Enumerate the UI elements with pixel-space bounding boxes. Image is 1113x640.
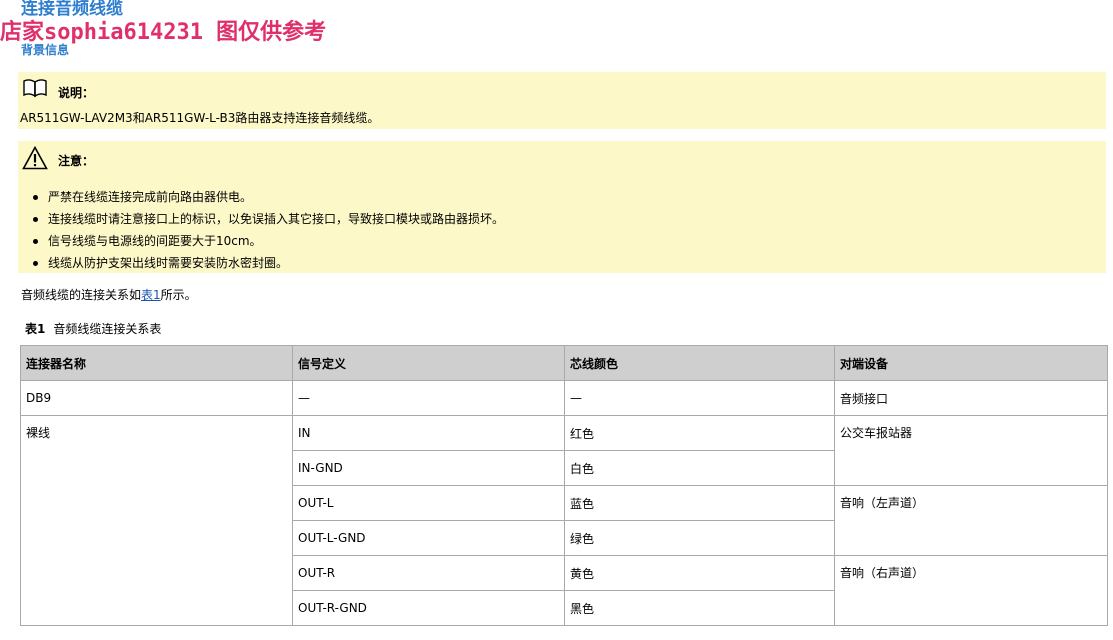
table-cell: 蓝色 [564,485,835,521]
table-caption-title: 音频线缆连接关系表 [53,322,162,336]
list-item: 信号线缆与电源线的间距要大于10cm。 [18,230,504,252]
table-row: DB9 — — 音频接口 [20,380,1108,416]
table-cell: 音频接口 [834,380,1108,416]
intro-after: 所示。 [160,288,197,302]
table-cell: 音响（右声道） [834,555,1108,626]
table-cell: — [564,380,835,416]
table-cell: — [292,380,565,416]
intro-text: 音频线缆的连接关系如表1所示。 [21,287,197,303]
table-cell: 公交车报站器 [834,415,1108,486]
column-header-connector: 连接器名称 [20,345,293,381]
table-header-row: 连接器名称 信号定义 芯线颜色 对端设备 [20,345,1108,381]
table-cell: 音响（左声道） [834,485,1108,556]
info-note-label: 说明： [58,86,95,100]
table-cell: DB9 [20,380,293,416]
list-item-text: 严禁在线缆连接完成前向路由器供电。 [48,190,253,204]
bullet-icon [33,261,38,266]
table-cell: OUT-R-GND [292,590,565,626]
table-cell: 白色 [564,450,835,486]
table-cell: OUT-L-GND [292,520,565,556]
table-cell: 黄色 [564,555,835,591]
info-note-text: AR511GW-LAV2M3和AR511GW-L-B3路由器支持连接音频线缆。 [20,111,380,125]
list-item: 连接线缆时请注意接口上的标识，以免误插入其它接口，导致接口模块或路由器损坏。 [18,208,504,230]
table-cell: 红色 [564,415,835,451]
list-item: 线缆从防护支架出线时需要安装防水密封圈。 [18,252,504,274]
list-item: 严禁在线缆连接完成前向路由器供电。 [18,186,504,208]
column-header-signal: 信号定义 [292,345,565,381]
warning-triangle-icon [22,145,48,170]
bullet-icon [33,217,38,222]
table-cell: OUT-R [292,555,565,591]
info-note-header: 说明： [22,78,94,102]
table-cell: 裸线 [20,415,293,626]
watermark-text: 店家sophia614231 图仅供参考 [0,20,327,45]
table-row: 裸线 IN 红色 公交车报站器 [20,415,1108,626]
book-icon [22,78,48,102]
column-header-color: 芯线颜色 [564,345,835,381]
list-item-text: 连接线缆时请注意接口上的标识，以免误插入其它接口，导致接口模块或路由器损坏。 [48,212,505,226]
table-caption: 表1 音频线缆连接关系表 [25,321,161,337]
table-cell: IN [292,415,565,451]
caution-note: 注意： 严禁在线缆连接完成前向路由器供电。 连接线缆时请注意接口上的标识，以免误… [18,141,1106,273]
column-header-peer: 对端设备 [834,345,1108,381]
table-cell: OUT-L [292,485,565,521]
table-cell: 黑色 [564,590,835,626]
intro-before: 音频线缆的连接关系如 [21,288,142,302]
bullet-icon [33,195,38,200]
caution-list: 严禁在线缆连接完成前向路由器供电。 连接线缆时请注意接口上的标识，以免误插入其它… [18,186,504,274]
info-note: 说明： AR511GW-LAV2M3和AR511GW-L-B3路由器支持连接音频… [18,72,1106,129]
table-caption-number: 表1 [25,322,46,336]
connection-table: 连接器名称 信号定义 芯线颜色 对端设备 DB9 — — 音频接口 裸线 IN … [20,345,1108,626]
list-item-text: 线缆从防护支架出线时需要安装防水密封圈。 [48,256,289,270]
table-cell: 绿色 [564,520,835,556]
caution-note-label: 注意： [58,154,95,168]
table-reference-link[interactable]: 表1 [141,288,161,302]
bullet-icon [33,239,38,244]
caution-note-header: 注意： [22,145,95,170]
table-cell: IN-GND [292,450,565,486]
list-item-text: 信号线缆与电源线的间距要大于10cm。 [48,234,262,248]
